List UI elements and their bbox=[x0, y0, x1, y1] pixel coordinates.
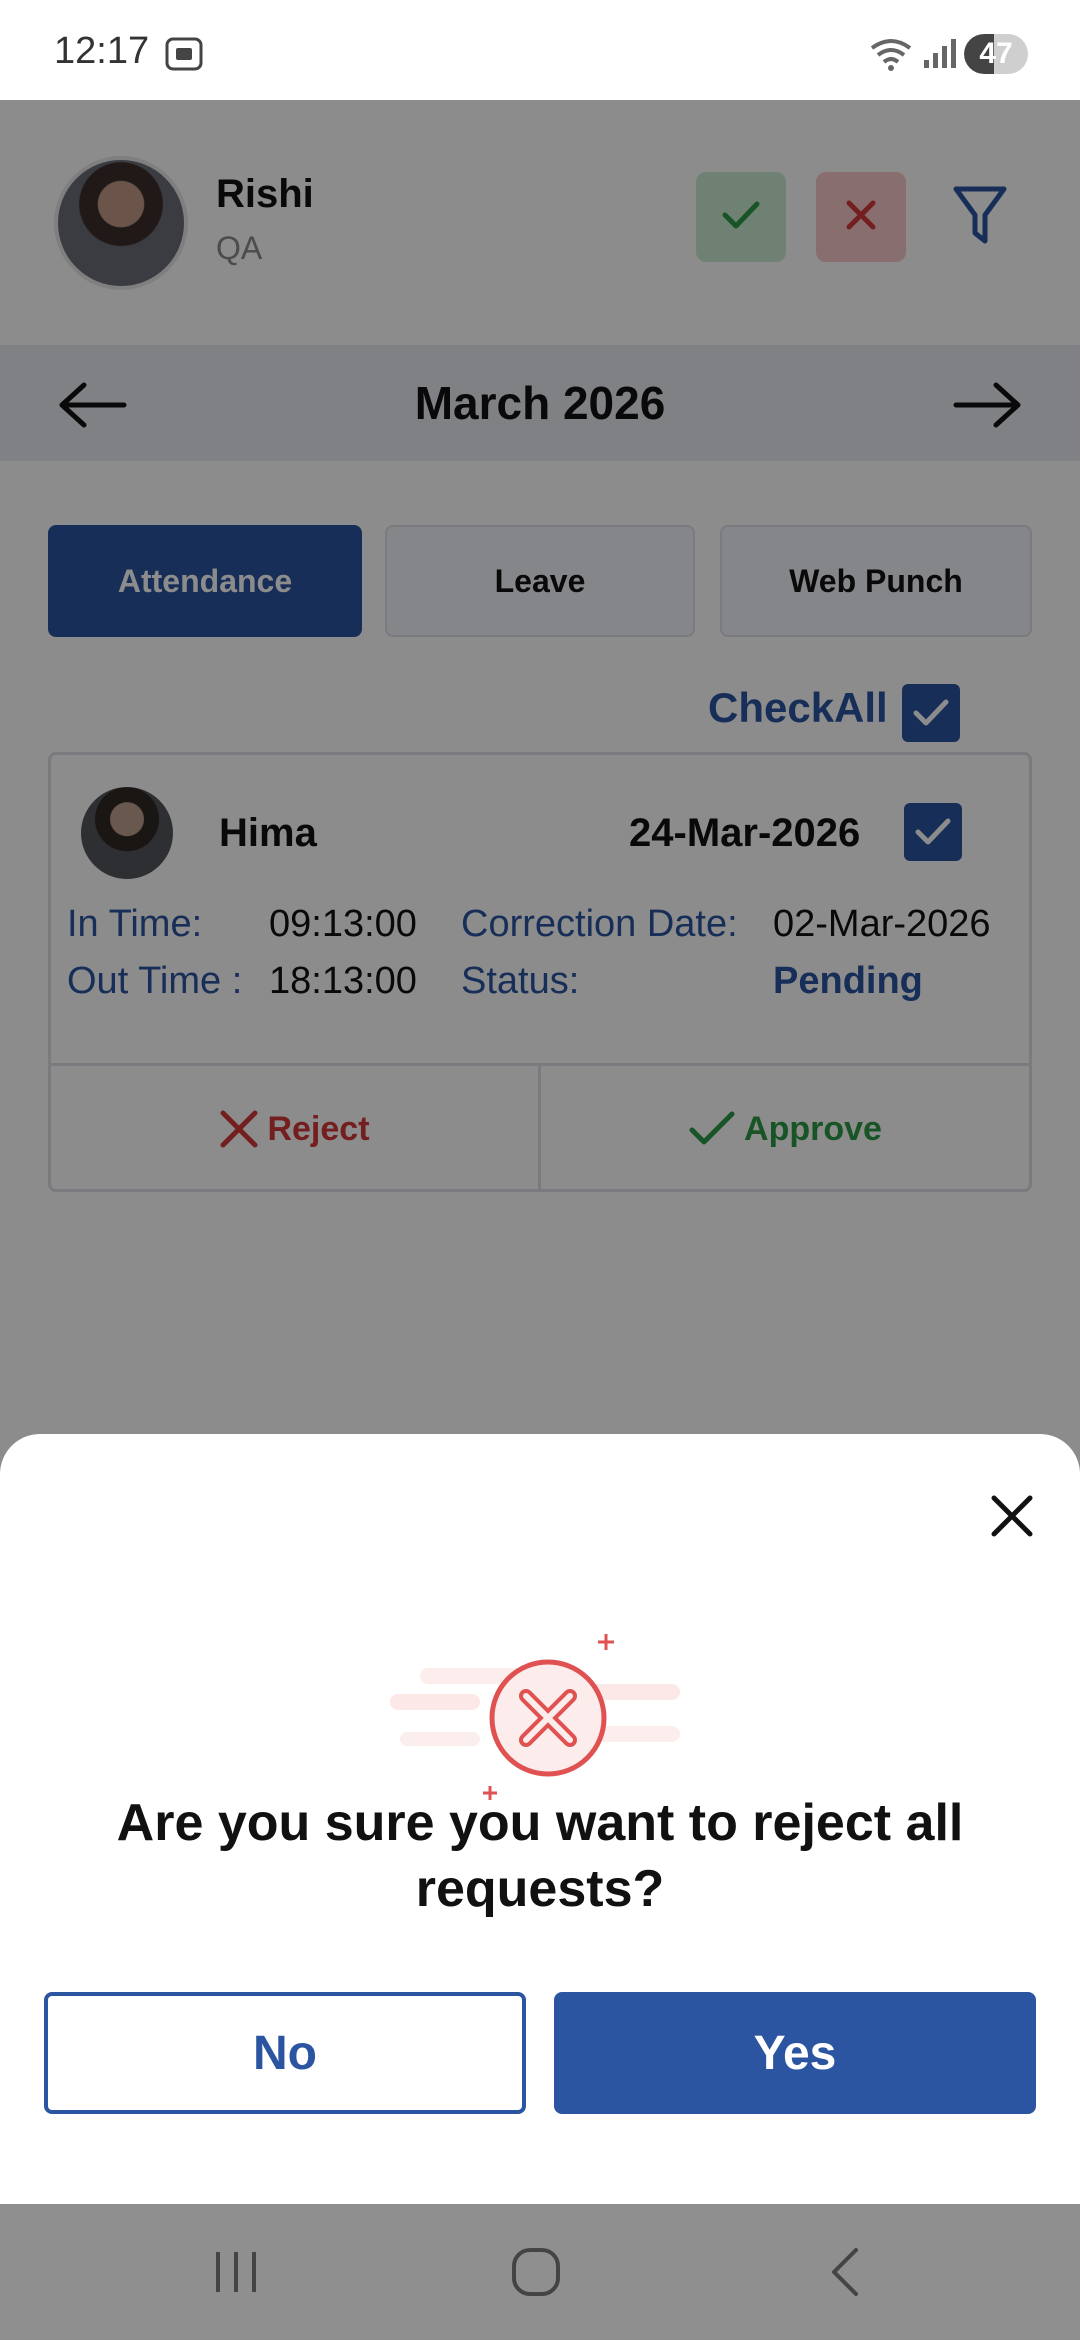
signal-icon bbox=[922, 36, 956, 75]
no-button[interactable]: No bbox=[44, 1992, 526, 2114]
reject-illustration bbox=[380, 1614, 700, 1814]
recent-apps-icon[interactable] bbox=[206, 2244, 266, 2305]
battery-level: 47 bbox=[979, 37, 1013, 70]
status-bar: 12:17 47 bbox=[0, 0, 1080, 100]
battery-indicator: 47 bbox=[964, 34, 1028, 74]
status-time: 12:17 bbox=[54, 30, 150, 72]
back-icon[interactable] bbox=[816, 2244, 876, 2305]
wifi-icon bbox=[868, 34, 914, 79]
reject-all-dialog: Are you sure you want to reject all requ… bbox=[0, 1434, 1080, 2204]
yes-button[interactable]: Yes bbox=[554, 1992, 1036, 2114]
screenshot-icon bbox=[164, 36, 204, 77]
close-icon[interactable] bbox=[990, 1494, 1034, 1543]
system-navigation-bar bbox=[0, 2204, 1080, 2340]
home-icon[interactable] bbox=[506, 2244, 566, 2305]
dialog-question: Are you sure you want to reject all requ… bbox=[116, 1794, 964, 1918]
